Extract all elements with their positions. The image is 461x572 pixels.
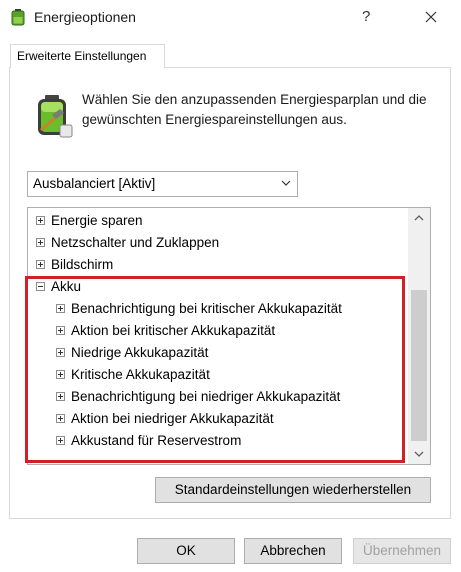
battery-power-icon — [11, 9, 25, 26]
power-plan-value: Ausbalanciert [Aktiv] — [33, 176, 156, 191]
battery-plan-icon — [38, 95, 73, 138]
title-bar: Energieoptionen ? — [0, 0, 461, 36]
scroll-thumb[interactable] — [411, 290, 427, 441]
scroll-down-icon[interactable] — [408, 444, 430, 464]
expand-icon[interactable] — [36, 260, 45, 269]
tree-item-label: Benachrichtigung bei niedriger Akkukapaz… — [71, 389, 341, 404]
expand-icon[interactable] — [56, 348, 65, 357]
apply-button[interactable]: Übernehmen — [353, 538, 451, 564]
tree-item-label: Niedrige Akkukapazität — [71, 345, 209, 360]
ok-button[interactable]: OK — [137, 538, 235, 564]
power-plan-dropdown[interactable]: Ausbalanciert [Aktiv] — [27, 171, 298, 197]
expand-icon[interactable] — [56, 414, 65, 423]
expand-icon[interactable] — [56, 392, 65, 401]
chevron-down-icon — [281, 180, 291, 186]
tree-item-label: Bildschirm — [51, 257, 114, 272]
window-title: Energieoptionen — [34, 9, 136, 25]
expand-icon[interactable] — [56, 436, 65, 445]
expand-icon[interactable] — [56, 326, 65, 335]
tree-item-label: Benachrichtigung bei kritischer Akkukapa… — [71, 301, 342, 316]
tree-item-label: Aktion bei kritischer Akkukapazität — [71, 323, 276, 338]
tab-advanced-settings[interactable]: Erweiterte Einstellungen — [10, 44, 165, 68]
tree-item-label: Akku — [51, 279, 82, 294]
cancel-button[interactable]: Abbrechen — [244, 538, 342, 564]
restore-defaults-button[interactable]: Standardeinstellungen wiederherstellen — [155, 477, 431, 503]
settings-tree[interactable]: Energie sparen Netzschalter und Zuklappe… — [27, 207, 431, 465]
tree-item-label: Aktion bei niedriger Akkukapazität — [71, 411, 274, 426]
expand-icon[interactable] — [56, 370, 65, 379]
expand-icon[interactable] — [36, 216, 45, 225]
tree-item-label: Netzschalter und Zuklappen — [51, 235, 220, 250]
close-icon[interactable] — [418, 4, 444, 30]
tree-item-label: Kritische Akkukapazität — [71, 367, 210, 382]
intro-text: Wählen Sie den anzupassenden Energiespar… — [82, 92, 427, 127]
vertical-scrollbar[interactable] — [408, 208, 430, 464]
help-button[interactable]: ? — [362, 8, 370, 25]
expand-icon[interactable] — [36, 238, 45, 247]
expand-icon[interactable] — [56, 304, 65, 313]
tree-item-label: Energie sparen — [51, 213, 143, 228]
collapse-icon[interactable] — [36, 282, 45, 291]
scroll-up-icon[interactable] — [408, 208, 430, 228]
tree-item-label: Akkustand für Reservestrom — [71, 433, 242, 448]
